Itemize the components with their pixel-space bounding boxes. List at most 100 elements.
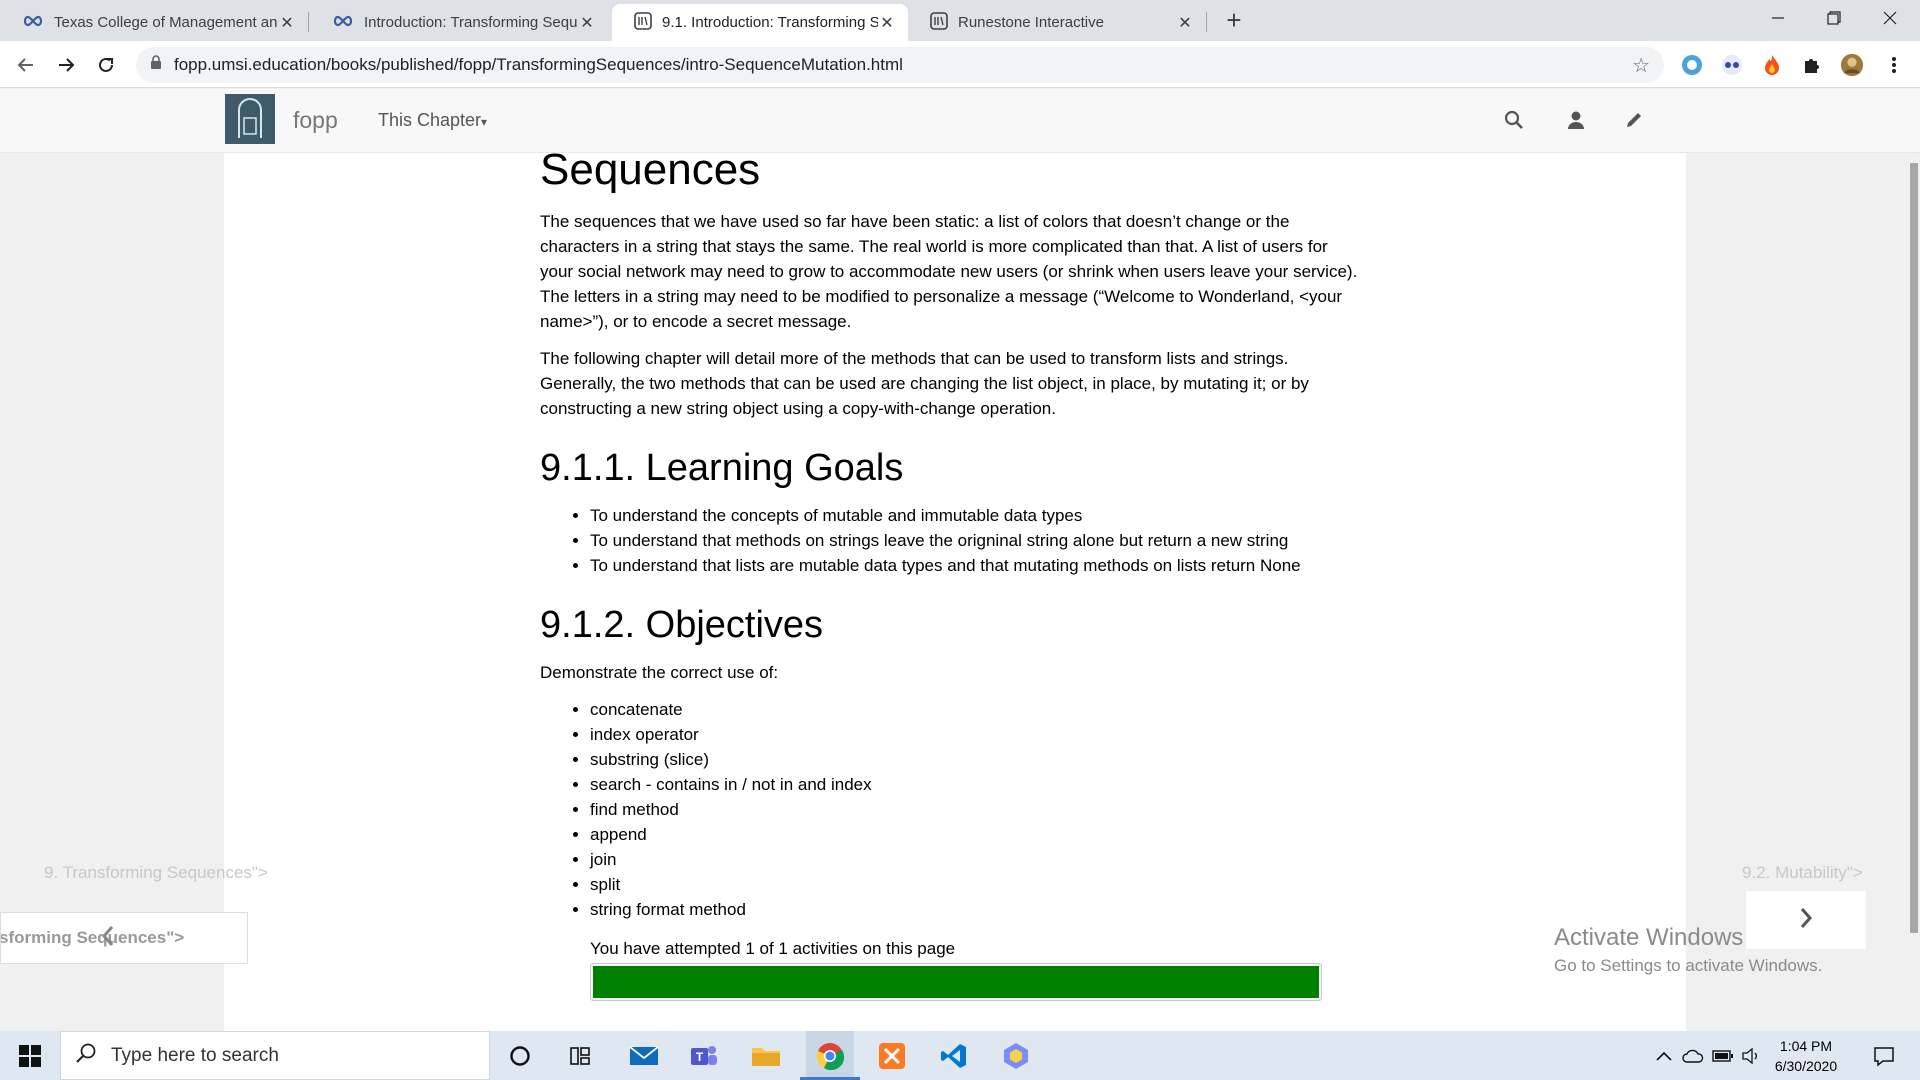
tab-texas-college[interactable]: Texas College of Management an ✕ [0, 4, 308, 41]
clock-date: 6/30/2020 [1774, 1058, 1838, 1074]
objectives-heading: 9.1.2. Objectives [540, 604, 824, 646]
prev-page-label: sforming Sequences"> [0, 928, 185, 947]
taskbar-clock[interactable]: 1:04 PM 6/30/2020 [1766, 1036, 1846, 1076]
list-item: concatenate [590, 697, 1360, 722]
activate-windows-watermark: Activate Windows Go to Settings to activ… [1554, 924, 1822, 976]
objectives-list: concatenate index operator substring (sl… [590, 697, 1360, 922]
onedrive-cloud-icon[interactable] [1680, 1031, 1706, 1080]
restore-button[interactable] [1806, 0, 1862, 36]
lock-icon[interactable] [150, 55, 162, 75]
tab-title: 9.1. Introduction: Transforming Se [662, 14, 878, 31]
prev-page-text[interactable]: 9. Transforming Sequences"> [44, 863, 268, 883]
close-window-button[interactable] [1862, 0, 1918, 36]
extension-mask-icon[interactable] [1720, 53, 1744, 77]
close-tab-icon[interactable]: ✕ [1176, 13, 1194, 33]
activate-title: Activate Windows [1554, 924, 1744, 951]
teams-app-icon[interactable]: T [682, 1031, 726, 1080]
tab-separator [308, 12, 309, 32]
volume-icon[interactable] [1738, 1031, 1764, 1080]
notification-icon[interactable] [1864, 1031, 1904, 1080]
progress-label: You have attempted 1 of 1 activities on … [590, 939, 956, 958]
learning-goals-list: To understand the concepts of mutable an… [590, 503, 1360, 578]
reload-icon[interactable] [92, 51, 120, 79]
list-item: string format method [590, 897, 1360, 922]
user-icon[interactable] [1564, 108, 1588, 132]
tab-title: Texas College of Management an [54, 14, 278, 31]
infinity-icon [22, 14, 44, 31]
infinity-icon [332, 14, 354, 31]
tab-active-transforming[interactable]: 9.1. Introduction: Transforming Se ✕ [612, 4, 908, 41]
cortana-icon[interactable] [500, 1031, 540, 1080]
page-scrollbar[interactable] [1908, 153, 1920, 1031]
close-tab-icon[interactable]: ✕ [878, 13, 896, 33]
browser-menu-icon[interactable] [1882, 53, 1906, 77]
forward-arrow-icon[interactable] [52, 51, 80, 79]
mail-app-icon[interactable] [622, 1031, 666, 1080]
profile-avatar[interactable] [1840, 53, 1864, 77]
clock-time: 1:04 PM [1779, 1038, 1833, 1054]
windows-start-icon[interactable] [0, 1031, 60, 1080]
extensions-puzzle-icon[interactable] [1800, 53, 1824, 77]
new-tab-button[interactable]: + [1220, 6, 1248, 34]
book-icon [634, 11, 652, 34]
tab-runestone[interactable]: Runestone Interactive ✕ [908, 4, 1206, 41]
tab-separator [1206, 12, 1207, 32]
list-item: search - contains in / not in and index [590, 772, 1360, 797]
close-tab-icon[interactable]: ✕ [578, 13, 596, 33]
list-item: To understand that lists are mutable dat… [590, 553, 1360, 578]
battery-icon[interactable] [1710, 1031, 1736, 1080]
taskbar-search-input[interactable]: Type here to search [60, 1031, 490, 1080]
app-hexagon-icon[interactable] [994, 1031, 1038, 1080]
back-arrow-icon[interactable] [12, 51, 40, 79]
page-title: Sequences [540, 145, 761, 194]
bookmark-star-icon[interactable]: ☆ [1632, 53, 1650, 78]
list-item: To understand that methods on strings le… [590, 528, 1360, 553]
tab-title: Introduction: Transforming Seque [364, 14, 578, 31]
tab-introduction[interactable]: Introduction: Transforming Seque ✕ [310, 4, 608, 41]
svg-text:T: T [696, 1050, 704, 1064]
list-item: append [590, 822, 1360, 847]
search-icon [75, 1042, 97, 1069]
chevron-left-icon [101, 925, 115, 952]
list-item: join [590, 847, 1360, 872]
main-content: Sequences The sequences that we have use… [540, 145, 1360, 1001]
list-item: To understand the concepts of mutable an… [590, 503, 1360, 528]
learning-goals-heading: 9.1.1. Learning Goals [540, 447, 904, 489]
methods-paragraph: The following chapter will detail more o… [540, 349, 1309, 418]
intro-paragraph: The sequences that we have used so far h… [540, 212, 1358, 331]
pencil-icon[interactable] [1622, 108, 1646, 132]
this-chapter-dropdown[interactable]: This Chapter▾ [378, 110, 487, 131]
list-item: substring (slice) [590, 747, 1360, 772]
search-icon[interactable] [1502, 108, 1526, 132]
caret-down-icon: ▾ [481, 115, 488, 129]
chevron-up-icon[interactable] [1652, 1031, 1676, 1080]
next-page-text[interactable]: 9.2. Mutability"> [1742, 863, 1863, 883]
list-item: index operator [590, 722, 1360, 747]
book-icon [930, 11, 948, 34]
tab-title: Runestone Interactive [958, 14, 1104, 31]
task-view-icon[interactable] [560, 1031, 600, 1080]
scrollbar-thumb[interactable] [1910, 163, 1918, 933]
search-placeholder: Type here to search [111, 1044, 279, 1066]
xampp-app-icon[interactable] [870, 1031, 914, 1080]
brand-link[interactable]: fopp [293, 107, 338, 134]
vscode-app-icon[interactable] [932, 1031, 976, 1080]
objectives-intro: Demonstrate the correct use of: [540, 663, 779, 682]
minimize-button[interactable] [1750, 0, 1806, 36]
close-tab-icon[interactable]: ✕ [278, 13, 296, 33]
activity-progress-bar [590, 963, 1322, 1001]
windows-taskbar: Type here to search T 1:04 PM 6/30/2020 [0, 1031, 1920, 1080]
url-text[interactable]: fopp.umsi.education/books/published/fopp… [174, 55, 903, 75]
extension-fire-icon[interactable] [1760, 53, 1784, 77]
file-explorer-icon[interactable] [744, 1031, 788, 1080]
browser-toolbar: fopp.umsi.education/books/published/fopp… [0, 41, 1920, 88]
this-chapter-label: This Chapter [378, 110, 482, 130]
tab-strip: Texas College of Management an ✕ Introdu… [0, 0, 1920, 41]
runestone-logo[interactable] [225, 94, 275, 144]
list-item: find method [590, 797, 1360, 822]
activate-subtitle: Go to Settings to activate Windows. [1554, 956, 1823, 975]
prev-page-button[interactable]: sforming Sequences"> [0, 912, 248, 964]
address-bar[interactable]: fopp.umsi.education/books/published/fopp… [136, 47, 1664, 83]
extension-circle-icon[interactable] [1680, 53, 1704, 77]
chrome-app-icon[interactable] [806, 1031, 854, 1080]
